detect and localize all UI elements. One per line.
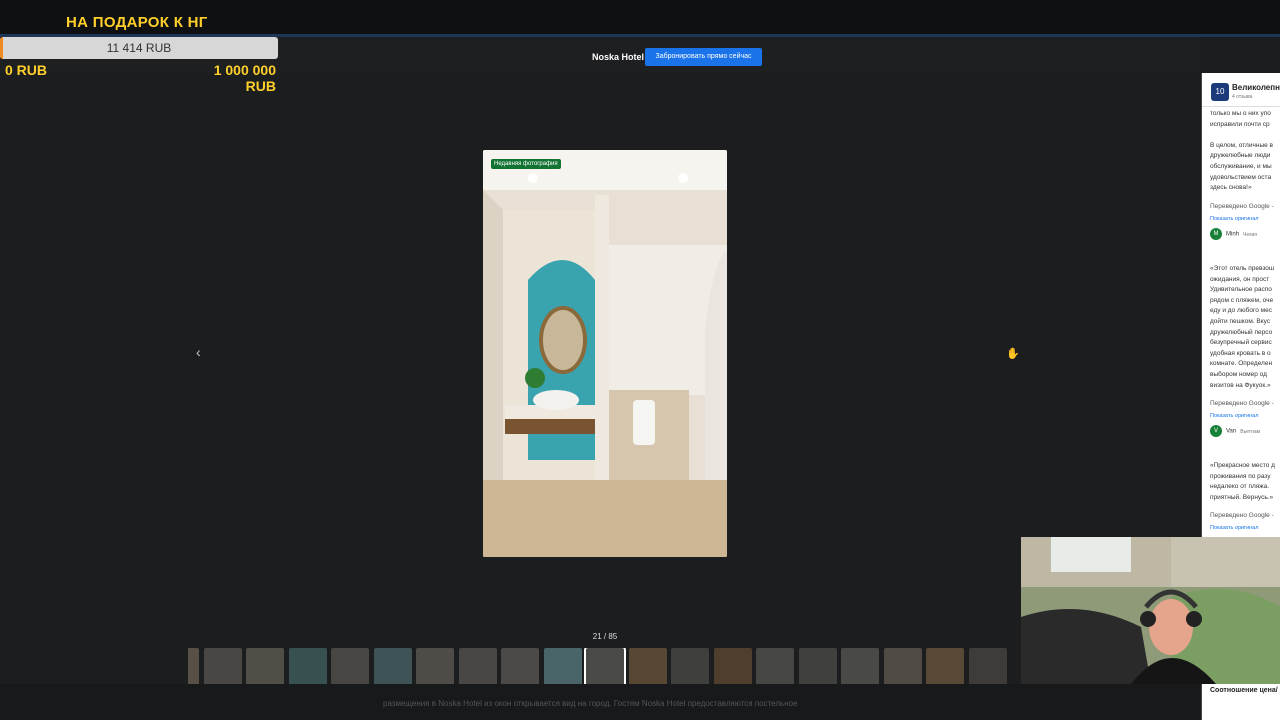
thumbnail[interactable] xyxy=(543,648,582,686)
gallery-photo[interactable] xyxy=(483,150,727,557)
review-text: «Этот отель превзош ожидания, он прост У… xyxy=(1210,265,1275,389)
thumbnail[interactable] xyxy=(883,648,922,686)
thumbnail-strip xyxy=(188,648,1020,688)
thumbnail[interactable] xyxy=(628,648,667,686)
thumbnail[interactable] xyxy=(458,648,497,686)
thumbnail[interactable] xyxy=(926,648,964,686)
translated-label: Переведено Google - xyxy=(1210,400,1274,407)
donation-progress-bar: 11 414 RUB xyxy=(0,37,278,59)
donation-title: НА ПОДАРОК К НГ xyxy=(66,14,208,31)
review-author: M Minh Чехия xyxy=(1210,228,1257,240)
previous-photo-button[interactable]: ‹ xyxy=(196,344,201,360)
mouse-cursor-icon: ✋ xyxy=(1006,348,1020,360)
author-name: Van xyxy=(1226,428,1237,435)
avatar: M xyxy=(1210,228,1222,240)
thumbnail[interactable] xyxy=(501,648,539,686)
donation-max-amount: 1 000 000 xyxy=(213,62,276,78)
review-author: V Van Вьетнам xyxy=(1210,425,1260,437)
webcam-illustration xyxy=(1021,537,1280,684)
donation-min: 0 RUB xyxy=(5,62,48,78)
description-caption: размещения в Noska Hotel из окон открыва… xyxy=(383,699,798,708)
value-for-money-label: Соотношение цена/ xyxy=(1210,687,1278,694)
book-now-button[interactable]: Забронировать прямо сейчас xyxy=(645,48,762,66)
review-text: «Прекрасное место д проживания по разу н… xyxy=(1210,462,1275,501)
author-country: Вьетнам xyxy=(1240,428,1261,435)
show-original-link[interactable]: Показать оригинал xyxy=(1210,413,1258,419)
thumbnail[interactable] xyxy=(288,648,327,686)
review-count: 4 отзыва xyxy=(1232,94,1253,100)
thumbnail[interactable] xyxy=(756,648,794,686)
thumbnail[interactable] xyxy=(416,648,454,686)
donation-current-amount: 11 414 RUB xyxy=(106,41,172,55)
author-name: Minh xyxy=(1226,231,1240,238)
hotel-name: Noska Hotel xyxy=(592,52,645,62)
author-country: Чехия xyxy=(1243,231,1258,238)
photo-counter: 21 / 85 xyxy=(592,632,618,641)
donation-max: 1 000 000 RUB xyxy=(190,62,276,94)
thumbnail[interactable] xyxy=(246,648,284,686)
show-original-link[interactable]: Показать оригинал xyxy=(1210,525,1258,531)
recent-photo-badge: Недавняя фотография xyxy=(491,159,561,169)
thumbnail[interactable] xyxy=(584,648,626,688)
thumbnail[interactable] xyxy=(188,648,199,686)
thumbnail[interactable] xyxy=(203,648,242,686)
thumbnail[interactable] xyxy=(798,648,837,686)
streamer-webcam xyxy=(1021,537,1280,684)
donation-widget: НА ПОДАРОК К НГ 11 414 RUB 0 RUB 1 000 0… xyxy=(0,0,280,100)
review-text: только мы о них упо исправили почти ср В… xyxy=(1210,110,1274,192)
thumbnail[interactable] xyxy=(373,648,412,686)
thumbnail[interactable] xyxy=(841,648,879,686)
translated-label: Переведено Google - xyxy=(1210,512,1274,519)
thumbnail[interactable] xyxy=(671,648,709,686)
review-score-badge: 10 xyxy=(1211,83,1229,101)
translated-label: Переведено Google - xyxy=(1210,203,1274,210)
avatar: V xyxy=(1210,425,1222,437)
show-original-link[interactable]: Показать оригинал xyxy=(1210,216,1258,222)
thumbnail[interactable] xyxy=(968,648,1007,686)
review-rating-title: Великолепно xyxy=(1232,83,1280,92)
bathroom-photo-illustration xyxy=(483,150,727,557)
thumbnail[interactable] xyxy=(713,648,752,686)
thumbnail[interactable] xyxy=(331,648,369,686)
divider xyxy=(1202,106,1280,107)
donation-max-currency: RUB xyxy=(245,78,276,94)
